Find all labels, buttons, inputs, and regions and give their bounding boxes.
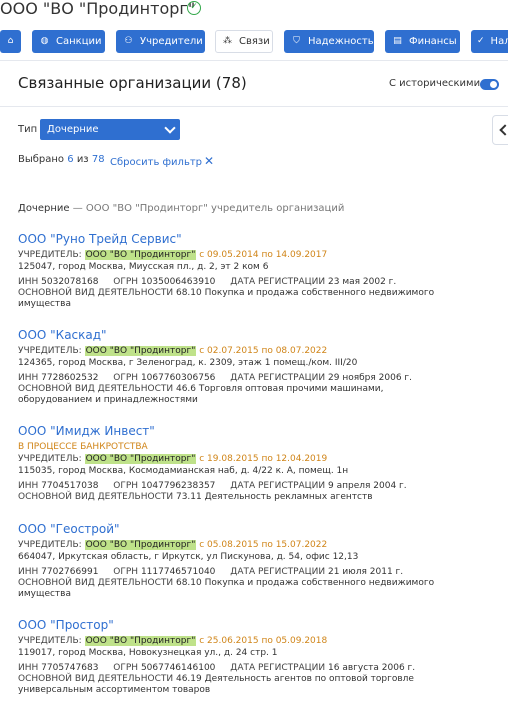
org-card: ООО "Каскад" УЧРЕДИТЕЛЬ: ООО "ВО "Продин… xyxy=(18,328,458,406)
ogrn-value: 1067760306756 xyxy=(140,373,216,383)
founder-period: с 05.08.2015 по 15.07.2022 xyxy=(199,540,328,550)
org-card: ООО "Руно Трейд Сервис" УЧРЕДИТЕЛЬ: ООО … xyxy=(18,232,458,310)
org-name-link[interactable]: ООО "Каскад" xyxy=(18,328,458,343)
reg-date: 21 июля 2011 г. xyxy=(328,567,404,577)
founder-row: УЧРЕДИТЕЛЬ: ООО "ВО "Продинторг" с 05.08… xyxy=(18,540,328,550)
historic-toggle[interactable] xyxy=(480,79,499,90)
company-header: ООО "ВО "Продинторг" ✓ ⌂ ◍ Санкции ⚇ Учред… xyxy=(0,0,508,60)
globe-icon: ◍ xyxy=(40,36,49,46)
ogrn-value: 1117746571040 xyxy=(140,567,216,577)
founder-period: с 19.08.2015 по 12.04.2019 xyxy=(199,454,328,464)
org-name-link[interactable]: ООО "Геострой" xyxy=(18,522,458,537)
network-icon: ⁂ xyxy=(223,36,232,46)
requisites-row: ИНН 7728602532 ОГРН 1067760306756 ДАТА Р… xyxy=(18,373,413,383)
founder-period: с 09.05.2014 по 14.09.2017 xyxy=(199,250,328,260)
requisites-row: ИНН 7704517038 ОГРН 1047796238357 ДАТА Р… xyxy=(18,481,407,491)
activity: ОСНОВНОЙ ВИД ДЕЯТЕЛЬНОСТИ 73.11 Деятельн… xyxy=(18,492,373,502)
relation-description: Дочерние — ООО "ВО "Продинторг" учредите… xyxy=(18,203,345,214)
type-filter-select[interactable]: Дочерние xyxy=(40,119,180,140)
tax-icon: ✓ xyxy=(477,36,485,46)
requisites-row: ИНН 7702766991 ОГРН 1117746571040 ДАТА Р… xyxy=(18,567,404,577)
tab-label: Надежность xyxy=(308,36,374,47)
tab-links[interactable]: ⁂ Связи xyxy=(215,30,273,53)
activity: ОСНОВНОЙ ВИД ДЕЯТЕЛЬНОСТИ 46.6 Торговля … xyxy=(18,384,384,405)
verified-check-icon: ✓ xyxy=(187,1,201,15)
founder-name[interactable]: ООО "ВО "Продинторг" xyxy=(84,454,197,464)
requisites-row: ИНН 7705747683 ОГРН 5067746146100 ДАТА Р… xyxy=(18,663,416,673)
inn-value: 7728602532 xyxy=(41,373,99,383)
founder-row: УЧРЕДИТЕЛЬ: ООО "ВО "Продинторг" с 09.05… xyxy=(18,250,328,260)
founder-period: с 25.06.2015 по 05.09.2018 xyxy=(199,636,328,646)
reg-date: 16 августа 2006 г. xyxy=(328,663,416,673)
tab-label: Связи xyxy=(239,36,270,47)
people-icon: ⚇ xyxy=(124,36,133,46)
founder-row: УЧРЕДИТЕЛЬ: ООО "ВО "Продинторг" с 02.07… xyxy=(18,346,328,356)
address: 124365, город Москва, г Зеленоград, к. 2… xyxy=(18,358,358,368)
founder-name[interactable]: ООО "ВО "Продинторг" xyxy=(84,346,197,356)
requisites-row: ИНН 5032078168 ОГРН 1035006463910 ДАТА Р… xyxy=(18,277,397,287)
reset-filter-link[interactable]: Сбросить фильтр ✕ xyxy=(110,154,214,168)
tab-label: Нал xyxy=(490,36,508,47)
panel-title: Связанные организации (78) xyxy=(18,74,247,92)
org-name-link[interactable]: ООО "Руно Трейд Сервис" xyxy=(18,232,458,247)
tab-home[interactable]: ⌂ xyxy=(0,30,21,53)
tab-label: Учредители xyxy=(140,36,203,47)
chart-icon: ▤ xyxy=(393,36,402,46)
founder-name[interactable]: ООО "ВО "Продинторг" xyxy=(84,636,197,646)
address: 115035, город Москва, Космодамианская на… xyxy=(18,466,349,476)
org-name-link[interactable]: ООО "Простор" xyxy=(18,618,458,633)
activity: ОСНОВНОЙ ВИД ДЕЯТЕЛЬНОСТИ 46.19 Деятельн… xyxy=(18,674,414,695)
divider xyxy=(0,106,508,107)
chevron-down-icon xyxy=(164,122,176,134)
selected-counter: Выбрано 6 из 78 xyxy=(18,154,105,165)
collapse-side-button[interactable] xyxy=(492,115,508,145)
status-badge: В ПРОЦЕССЕ БАНКРОТСТВА xyxy=(18,442,148,452)
shield-icon: ⛉ xyxy=(293,36,300,46)
reg-date: 23 мая 2002 г. xyxy=(328,277,397,287)
type-filter-value: Дочерние xyxy=(47,124,99,135)
home-icon: ⌂ xyxy=(7,36,14,46)
close-icon: ✕ xyxy=(204,154,215,168)
org-card: ООО "Имидж Инвест" В ПРОЦЕССЕ БАНКРОТСТВ… xyxy=(18,424,458,503)
ogrn-value: 5067746146100 xyxy=(140,663,216,673)
tab-bar: ⌂ ◍ Санкции ⚇ Учредители ⁂ Связи ⛉ Надежност… xyxy=(0,30,508,53)
founder-row: УЧРЕДИТЕЛЬ: ООО "ВО "Продинторг" с 25.06… xyxy=(18,636,328,646)
founder-row: УЧРЕДИТЕЛЬ: ООО "ВО "Продинторг" с 19.08… xyxy=(18,454,328,464)
type-filter-label: Тип xyxy=(18,124,38,135)
org-name-link[interactable]: ООО "Имидж Инвест" xyxy=(18,424,458,439)
tab-reliability[interactable]: ⛉ Надежность xyxy=(284,30,374,53)
address: 119017, город Москва, Новокузнецкая ул.,… xyxy=(18,648,278,658)
tab-founders[interactable]: ⚇ Учредители xyxy=(116,30,205,53)
ogrn-value: 1047796238357 xyxy=(140,481,216,491)
reg-date: 29 ноября 2006 г. xyxy=(328,373,413,383)
company-title: ООО "ВО "Продинторг" xyxy=(0,0,196,18)
founder-name[interactable]: ООО "ВО "Продинторг" xyxy=(84,250,197,260)
inn-value: 5032078168 xyxy=(41,277,99,287)
historic-toggle-label: С историческими xyxy=(389,78,481,89)
address: 125047, город Москва, Миусская пл., д. 2… xyxy=(18,262,269,272)
founder-period: с 02.07.2015 по 08.07.2022 xyxy=(199,346,328,356)
inn-value: 7704517038 xyxy=(41,481,99,491)
address: 664047, Иркутская область, г Иркутск, ул… xyxy=(18,552,359,562)
tab-label: Финансы xyxy=(409,36,457,47)
inn-value: 7702766991 xyxy=(41,567,99,577)
org-card: ООО "Простор" УЧРЕДИТЕЛЬ: ООО "ВО "Проди… xyxy=(18,618,458,696)
inn-value: 7705747683 xyxy=(41,663,99,673)
activity: ОСНОВНОЙ ВИД ДЕЯТЕЛЬНОСТИ 68.10 Покупка … xyxy=(18,578,435,599)
tab-finance[interactable]: ▤ Финансы xyxy=(385,30,460,53)
ogrn-value: 1035006463910 xyxy=(140,277,216,287)
activity: ОСНОВНОЙ ВИД ДЕЯТЕЛЬНОСТИ 68.10 Покупка … xyxy=(18,288,435,309)
tab-taxes[interactable]: ✓ Нал xyxy=(471,30,508,53)
tab-label: Санкции xyxy=(56,36,102,47)
org-card: ООО "Геострой" УЧРЕДИТЕЛЬ: ООО "ВО "Прод… xyxy=(18,522,458,600)
founder-name[interactable]: ООО "ВО "Продинторг" xyxy=(84,540,197,550)
reg-date: 9 апреля 2004 г. xyxy=(328,481,407,491)
tab-sanctions[interactable]: ◍ Санкции xyxy=(32,30,105,53)
